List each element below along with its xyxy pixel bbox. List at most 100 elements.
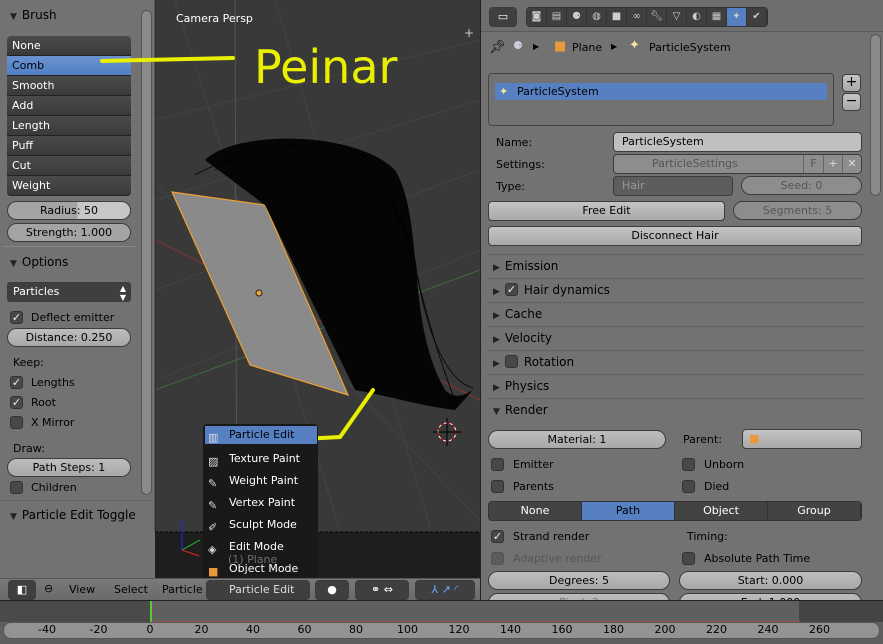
3d-view-header: ◧ ⊖ View Select Particle Particle Edit ●… [0, 578, 480, 600]
menu-item-texture-paint[interactable]: ▨ Texture Paint [205, 448, 317, 470]
panel-enable-checkbox[interactable]: ✓ [504, 283, 518, 296]
tab-render-icon[interactable]: ◙ [527, 8, 547, 26]
panel-emission[interactable]: ▶ Emission [487, 254, 865, 277]
tab-texture-icon[interactable]: ▦ [707, 8, 727, 26]
timeline-tick: 140 [500, 623, 521, 636]
settings-field[interactable]: ParticleSettings F + ✕ [613, 154, 862, 174]
died-checkbox[interactable] [682, 480, 695, 493]
tab-constraints-icon[interactable]: ∞ [627, 8, 647, 26]
remove-slot-button[interactable]: − [842, 93, 861, 111]
name-field[interactable]: ParticleSystem [613, 132, 862, 152]
panel-physics[interactable]: ▶ Physics [487, 374, 865, 397]
brush-comb[interactable]: Comb [7, 56, 131, 76]
unborn-checkbox[interactable] [682, 458, 695, 471]
start-field[interactable]: Start: 0.000 [679, 571, 862, 590]
menu-particle[interactable]: Particle [162, 583, 203, 596]
draw-as-object[interactable]: Object [675, 502, 768, 520]
seed-field[interactable]: Seed: 0 [741, 176, 862, 195]
brush-none[interactable]: None [7, 36, 131, 56]
brush-cut[interactable]: Cut [7, 156, 131, 176]
distance-field[interactable]: Distance: 0.250 [7, 328, 131, 347]
type-dropdown[interactable]: Hair [613, 176, 733, 196]
mode-dropdown[interactable]: Particle Edit [206, 580, 310, 600]
emitter-checkbox[interactable] [491, 458, 504, 471]
fake-user-button[interactable]: F [803, 155, 823, 173]
pivot-dropdown[interactable]: ⚭ ⇔ [355, 580, 409, 600]
timeline-tick: -40 [38, 623, 56, 636]
new-settings-button[interactable]: + [823, 155, 842, 173]
mode-select[interactable]: Particles ▲ ▼ [7, 282, 131, 302]
menu-item-vertex-paint[interactable]: ✎ Vertex Paint [205, 492, 317, 514]
panel-rotation[interactable]: ▶ Rotation [487, 350, 865, 373]
adaptive-render-checkbox[interactable] [491, 552, 504, 565]
3d-cursor-icon [433, 418, 461, 446]
timeline-tick: 0 [146, 623, 154, 636]
tab-object-icon[interactable]: ■ [607, 8, 627, 26]
add-region-icon[interactable]: + [464, 26, 474, 40]
parents-checkbox[interactable] [491, 480, 504, 493]
breadcrumb-object[interactable]: Plane [572, 41, 602, 54]
draw-as-path[interactable]: Path [582, 502, 675, 520]
segments-field[interactable]: Segments: 5 [733, 201, 862, 220]
editor-type-button[interactable]: ◧ [8, 580, 36, 600]
tab-data-icon[interactable]: ▽ [667, 8, 687, 26]
timeline[interactable] [0, 600, 883, 644]
manipulator-button[interactable]: ⅄ ↗ ◜ [415, 580, 475, 600]
shading-dropdown[interactable]: ● [315, 580, 349, 600]
free-edit-button[interactable]: Free Edit [488, 201, 725, 221]
options-header[interactable]: ▼ Options [10, 255, 68, 269]
children-checkbox[interactable] [10, 481, 23, 494]
lengths-checkbox[interactable]: ✓ [10, 376, 23, 389]
panel-hair-dynamics[interactable]: ▶ ✓ Hair dynamics [487, 278, 865, 301]
properties-scrollbar[interactable] [870, 34, 881, 196]
tab-particles-icon[interactable]: ✦ [727, 8, 747, 26]
tab-scene-icon[interactable]: ⚈ [567, 8, 587, 26]
menu-view[interactable]: View [69, 583, 95, 596]
current-frame-indicator[interactable] [150, 601, 152, 622]
tab-modifiers-icon[interactable]: 🔧︎ [647, 8, 667, 26]
panel-render[interactable]: ▼ Render [487, 398, 865, 421]
degrees-field[interactable]: Degrees: 5 [488, 571, 670, 590]
tab-render-layers-icon[interactable]: ▤ [547, 8, 567, 26]
panel-cache[interactable]: ▶ Cache [487, 302, 865, 325]
brush-weight[interactable]: Weight [7, 176, 131, 196]
tab-physics-icon[interactable]: ✔ [747, 8, 767, 26]
draw-as-none[interactable]: None [489, 502, 582, 520]
path-steps-field[interactable]: Path Steps: 1 [7, 458, 131, 477]
deflect-emitter-checkbox[interactable]: ✓ [10, 311, 23, 324]
mode-icon: ■ [208, 565, 219, 578]
absolute-path-time-checkbox[interactable] [682, 552, 695, 565]
menu-select[interactable]: Select [114, 583, 148, 596]
tab-world-icon[interactable]: ◍ [587, 8, 607, 26]
panel-velocity[interactable]: ▶ Velocity [487, 326, 865, 349]
root-checkbox[interactable]: ✓ [10, 396, 23, 409]
menu-item-weight-paint[interactable]: ✎ Weight Paint [205, 470, 317, 492]
strength-slider[interactable]: Strength: 1.000 [7, 223, 131, 242]
x-mirror-checkbox[interactable] [10, 416, 23, 429]
disconnect-hair-button[interactable]: Disconnect Hair [488, 226, 862, 246]
list-item[interactable]: ✦ ParticleSystem [495, 83, 827, 100]
collapse-menu-icon[interactable]: ⊖ [44, 582, 53, 595]
tab-material-icon[interactable]: ◐ [687, 8, 707, 26]
brush-header[interactable]: ▼ Brush [10, 8, 57, 22]
brush-add[interactable]: Add [7, 96, 131, 116]
parent-field[interactable]: ■ [742, 429, 862, 449]
brush-length[interactable]: Length [7, 116, 131, 136]
radius-slider[interactable]: Radius: 50 [7, 201, 131, 220]
timeline-tick: 260 [809, 623, 830, 636]
breadcrumb-particles[interactable]: ParticleSystem [649, 41, 731, 54]
brush-smooth[interactable]: Smooth [7, 76, 131, 96]
toolshelf-scrollbar[interactable] [141, 10, 152, 495]
material-field[interactable]: Material: 1 [488, 430, 666, 449]
add-slot-button[interactable]: + [842, 74, 861, 92]
particle-edit-toggle-header[interactable]: ▼ Particle Edit Toggle [10, 508, 136, 522]
pin-icon[interactable]: 📌︎ [489, 40, 506, 55]
menu-item-sculpt-mode[interactable]: ✐ Sculpt Mode [205, 514, 317, 536]
panel-enable-checkbox[interactable] [504, 355, 518, 368]
menu-item-particle-edit[interactable]: ▥ Particle Edit [205, 426, 317, 444]
strand-render-checkbox[interactable]: ✓ [491, 530, 504, 543]
brush-puff[interactable]: Puff [7, 136, 131, 156]
unlink-settings-button[interactable]: ✕ [842, 155, 861, 173]
editor-type-button[interactable]: ▭ [489, 7, 517, 27]
draw-as-group[interactable]: Group [768, 502, 861, 520]
